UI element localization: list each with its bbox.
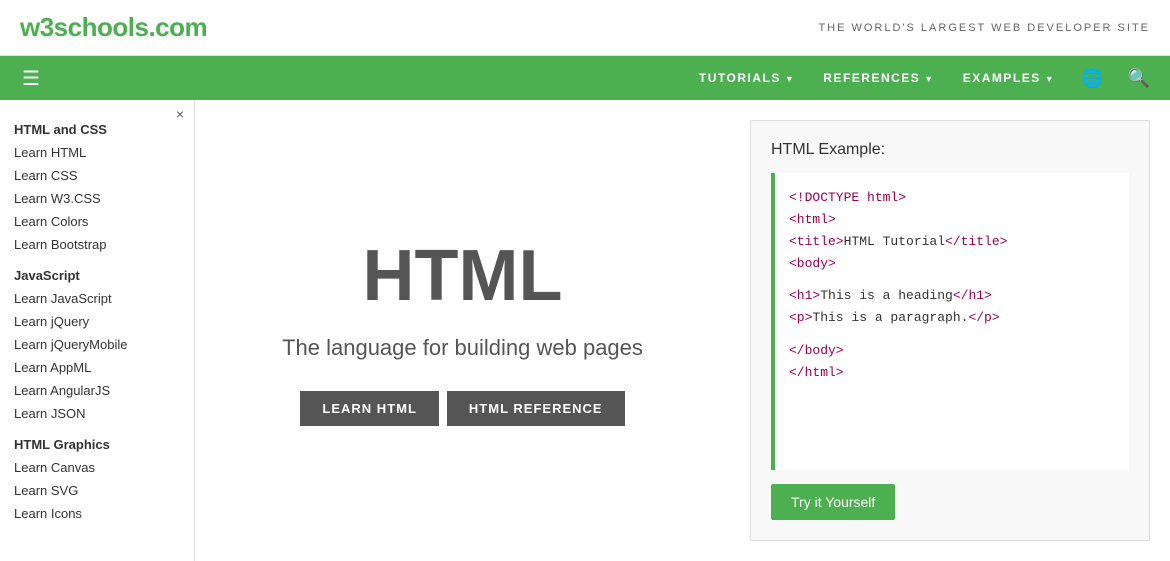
tagline: THE WORLD'S LARGEST WEB DEVELOPER SITE <box>818 22 1150 34</box>
code-line-doctype: <!DOCTYPE html> <box>789 190 906 205</box>
code-line-title-text: HTML Tutorial <box>844 234 945 249</box>
code-line-title-close: </title> <box>945 234 1007 249</box>
example-title: HTML Example: <box>771 141 1129 159</box>
close-sidebar-button[interactable]: × <box>176 106 184 122</box>
code-line-body-open: <body> <box>789 256 836 271</box>
sidebar-section-html-css: HTML and CSS Learn HTML Learn CSS Learn … <box>0 114 194 256</box>
hero-title: HTML <box>363 235 563 317</box>
main-content: HTML The language for building web pages… <box>195 100 1170 561</box>
html-reference-button[interactable]: HTML REFERENCE <box>447 391 625 426</box>
sidebar-link-learn-jquerymobile[interactable]: Learn jQueryMobile <box>0 333 194 356</box>
logo-tld: .com <box>148 12 207 42</box>
sidebar-link-learn-bootstrap[interactable]: Learn Bootstrap <box>0 233 194 256</box>
sidebar-link-learn-html[interactable]: Learn HTML <box>0 141 194 164</box>
nav-references[interactable]: REFERENCES ▼ <box>811 56 946 100</box>
try-it-yourself-button[interactable]: Try it Yourself <box>771 484 895 520</box>
sidebar-link-learn-angularjs[interactable]: Learn AngularJS <box>0 379 194 402</box>
hero-buttons: LEARN HTML HTML REFERENCE <box>300 391 624 426</box>
nav-bar: ☰ TUTORIALS ▼ REFERENCES ▼ EXAMPLES ▼ 🌐 … <box>0 56 1170 100</box>
sidebar-section-title-html-css: HTML and CSS <box>0 114 194 141</box>
globe-icon[interactable]: 🌐 <box>1071 56 1113 100</box>
logo-text: w3schools <box>20 12 148 42</box>
hamburger-icon[interactable]: ☰ <box>10 66 52 91</box>
chevron-down-icon: ▼ <box>1045 74 1055 84</box>
sidebar-link-learn-w3css[interactable]: Learn W3.CSS <box>0 187 194 210</box>
sidebar-link-learn-canvas[interactable]: Learn Canvas <box>0 456 194 479</box>
nav-tutorials[interactable]: TUTORIALS ▼ <box>687 56 807 100</box>
learn-html-button[interactable]: LEARN HTML <box>300 391 439 426</box>
sidebar-link-learn-css[interactable]: Learn CSS <box>0 164 194 187</box>
code-block: <!DOCTYPE html> <html> <title>HTML Tutor… <box>771 173 1129 470</box>
example-box: HTML Example: <!DOCTYPE html> <html> <ti… <box>750 120 1150 541</box>
code-line-html-close: </html> <box>789 365 844 380</box>
sidebar-link-learn-svg[interactable]: Learn SVG <box>0 479 194 502</box>
code-line-h1-close: </h1> <box>953 288 992 303</box>
sidebar-section-title-js: JavaScript <box>0 260 194 287</box>
sidebar-link-learn-jquery[interactable]: Learn jQuery <box>0 310 194 333</box>
sidebar-section-title-graphics: HTML Graphics <box>0 429 194 456</box>
hero-section: HTML The language for building web pages… <box>195 100 730 561</box>
code-line-title-open: <title> <box>789 234 844 249</box>
sidebar-link-learn-icons[interactable]: Learn Icons <box>0 502 194 525</box>
code-line-html-open: <html> <box>789 212 836 227</box>
code-line-p-open: <p> <box>789 310 812 325</box>
sidebar-link-learn-json[interactable]: Learn JSON <box>0 402 194 425</box>
top-bar: w3schools.com THE WORLD'S LARGEST WEB DE… <box>0 0 1170 56</box>
code-line-body-close: </body> <box>789 343 844 358</box>
code-line-p-close: </p> <box>968 310 999 325</box>
sidebar-link-learn-colors[interactable]: Learn Colors <box>0 210 194 233</box>
sidebar-section-javascript: JavaScript Learn JavaScript Learn jQuery… <box>0 260 194 425</box>
sidebar-section-html-graphics: HTML Graphics Learn Canvas Learn SVG Lea… <box>0 429 194 525</box>
chevron-down-icon: ▼ <box>785 74 795 84</box>
sidebar-link-learn-js[interactable]: Learn JavaScript <box>0 287 194 310</box>
nav-examples[interactable]: EXAMPLES ▼ <box>951 56 1067 100</box>
nav-items: TUTORIALS ▼ REFERENCES ▼ EXAMPLES ▼ 🌐 🔍 <box>687 56 1160 100</box>
code-line-p-text: This is a paragraph. <box>812 310 968 325</box>
search-icon[interactable]: 🔍 <box>1118 56 1160 100</box>
hero-subtitle: The language for building web pages <box>282 333 643 364</box>
sidebar-link-learn-appml[interactable]: Learn AppML <box>0 356 194 379</box>
code-line-h1-text: This is a heading <box>820 288 953 303</box>
code-line-h1-open: <h1> <box>789 288 820 303</box>
chevron-down-icon: ▼ <box>924 74 934 84</box>
content-area: × HTML and CSS Learn HTML Learn CSS Lear… <box>0 100 1170 561</box>
logo[interactable]: w3schools.com <box>20 12 207 43</box>
sidebar: × HTML and CSS Learn HTML Learn CSS Lear… <box>0 100 195 561</box>
